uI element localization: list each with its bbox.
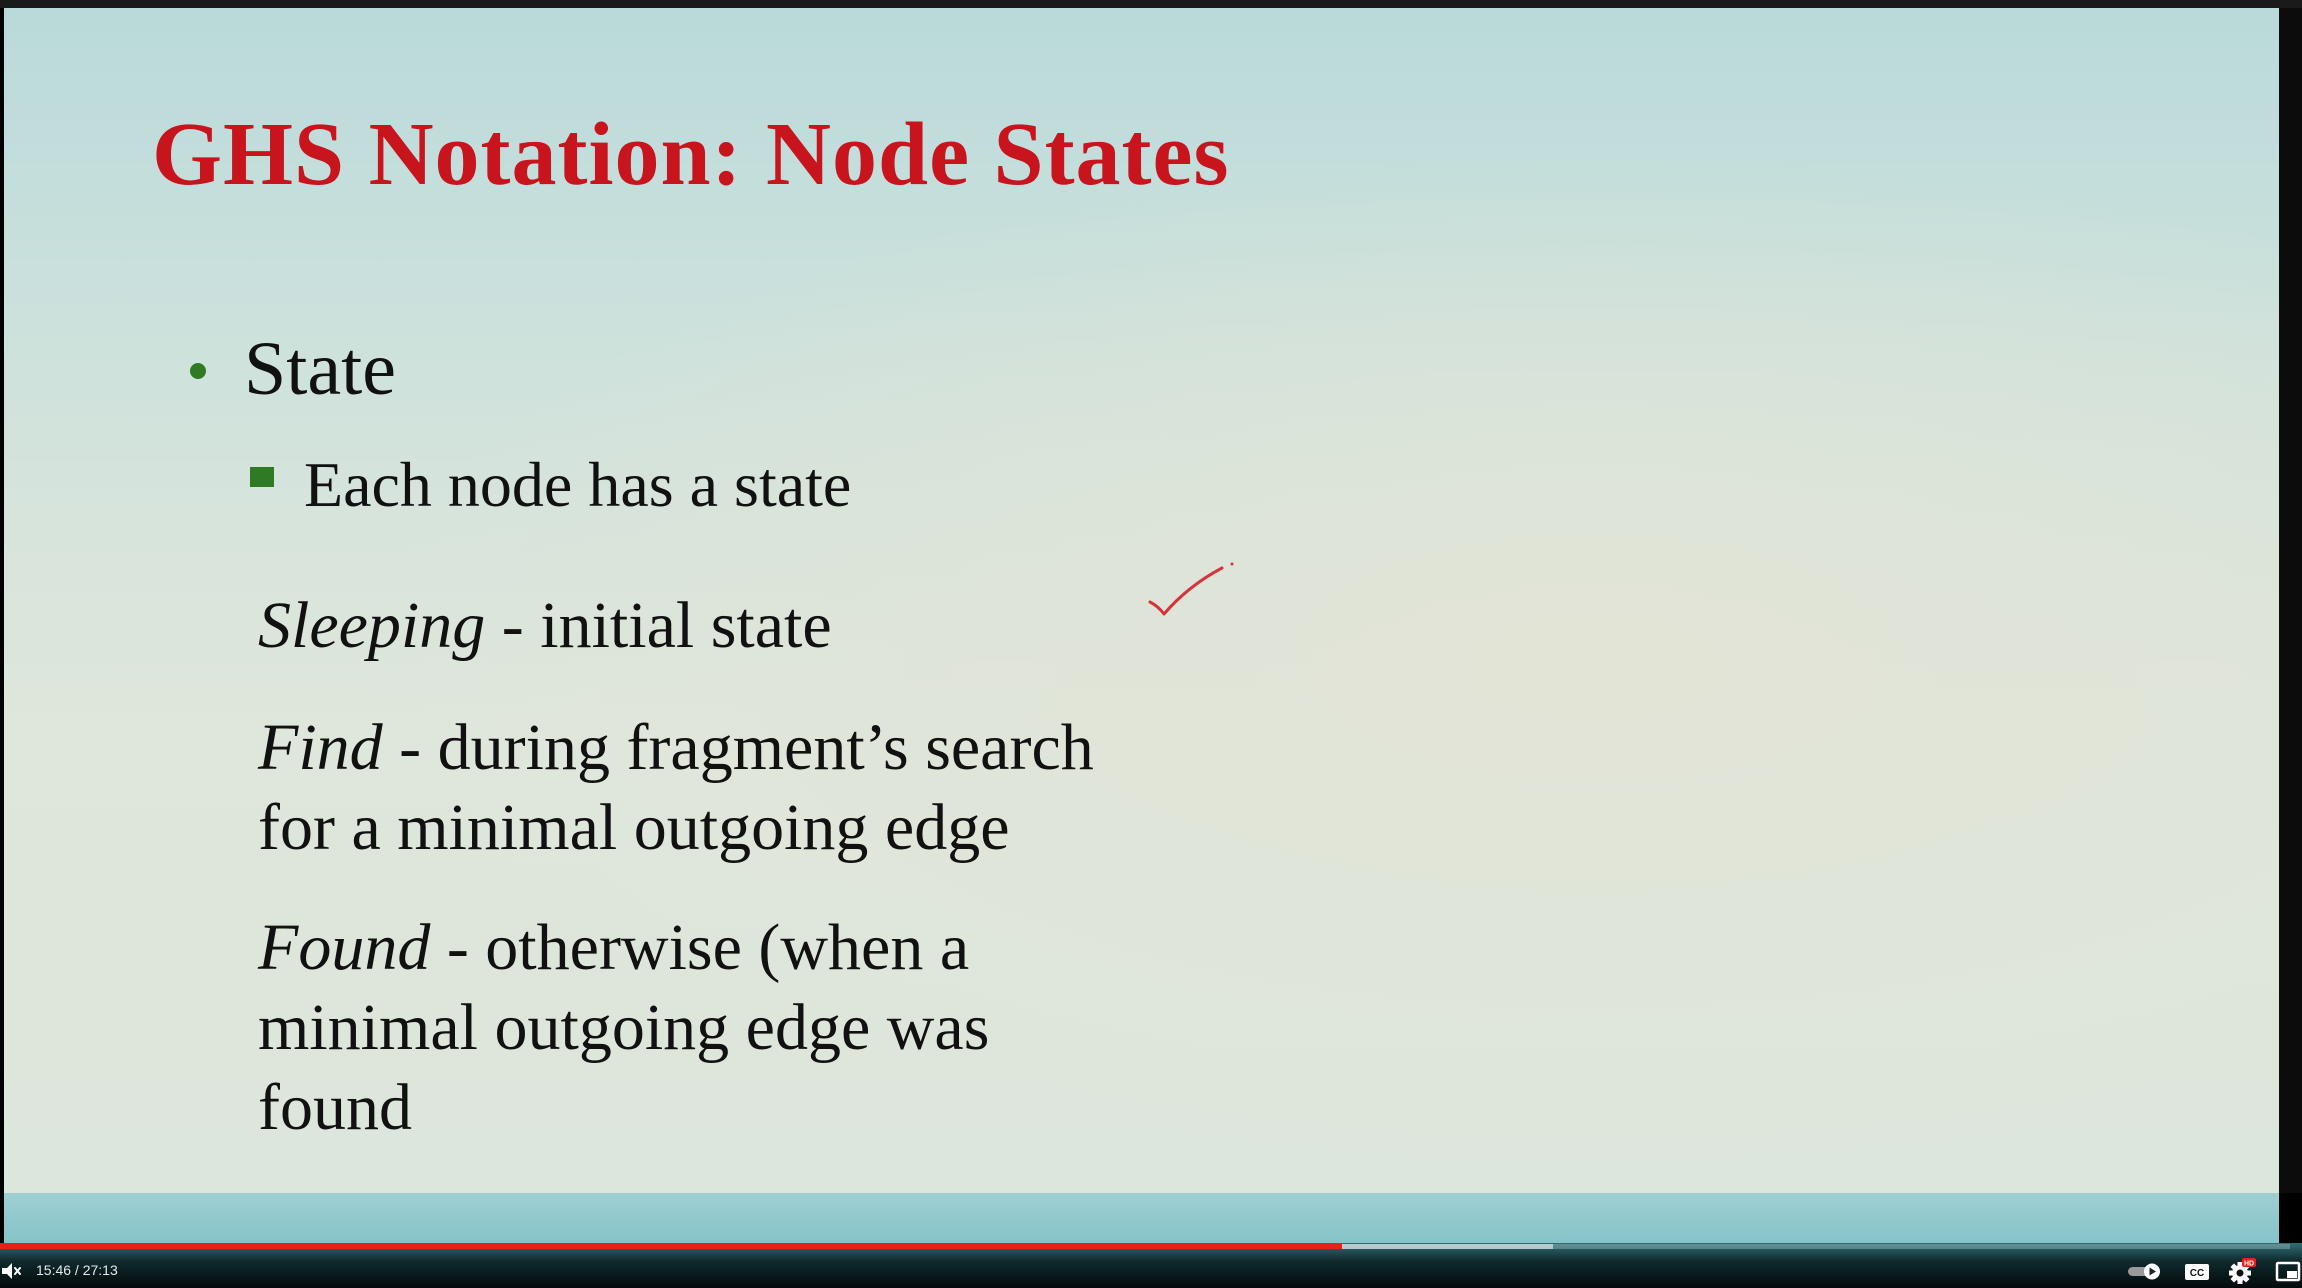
- time-separator: /: [71, 1262, 83, 1278]
- state-find: Find - during fragment’s search for a mi…: [258, 708, 1094, 868]
- state-desc-found-3: found: [258, 1071, 412, 1144]
- state-sleeping: Sleeping - initial state: [258, 586, 832, 666]
- state-desc-sleeping: - initial state: [485, 589, 832, 662]
- state-desc-find-2: for a minimal outgoing edge: [258, 791, 1010, 864]
- miniplayer-icon[interactable]: [2274, 1258, 2302, 1284]
- sub-bullet: Each node has a state: [250, 448, 851, 522]
- autoplay-icon[interactable]: [2126, 1258, 2164, 1284]
- slide-frame: GHS Notation: Node States State Each nod…: [4, 8, 2279, 1193]
- video-player[interactable]: GHS Notation: Node States State Each nod…: [0, 0, 2302, 1288]
- bullet-state: State: [190, 326, 396, 413]
- state-name-found: Found: [258, 911, 431, 984]
- hd-badge-label: HD: [2244, 1261, 2254, 1268]
- progress-bar[interactable]: [0, 1244, 2290, 1249]
- sub-bullet-label: Each node has a state: [304, 449, 852, 520]
- progress-played: [0, 1244, 1342, 1249]
- top-bar: [0, 0, 2302, 8]
- square-bullet-icon: [250, 467, 274, 488]
- state-found-line1: Found - otherwise (when a: [258, 908, 989, 988]
- checkmark-annotation-icon: [1148, 562, 1234, 616]
- duration: 27:13: [82, 1262, 118, 1278]
- state-find-line1: Find - during fragment’s search: [258, 708, 1094, 788]
- mute-icon[interactable]: [0, 1260, 22, 1282]
- state-name-sleeping: Sleeping: [258, 589, 486, 662]
- bullet-dot-icon: [190, 362, 206, 379]
- state-desc-found-2: minimal outgoing edge was: [258, 991, 990, 1064]
- captions-label: CC: [2190, 1268, 2204, 1279]
- state-name-find: Find: [258, 711, 383, 784]
- settings-icon[interactable]: HD: [2226, 1258, 2256, 1284]
- player-controls-bar: [0, 1243, 2302, 1288]
- state-desc-find-1: - during fragment’s search: [382, 711, 1094, 784]
- bullet-state-label: State: [244, 327, 396, 411]
- right-edge-strip: [2279, 8, 2302, 1193]
- state-found: Found - otherwise (when a minimal outgoi…: [258, 908, 989, 1148]
- time-display: 15:46 / 27:13: [36, 1262, 118, 1278]
- state-desc-found-1: - otherwise (when a: [430, 911, 970, 984]
- captions-icon[interactable]: CC: [2182, 1258, 2212, 1284]
- current-time: 15:46: [36, 1262, 72, 1278]
- slide-title: GHS Notation: Node States: [152, 105, 1230, 204]
- slide-footer-band: [4, 1193, 2279, 1243]
